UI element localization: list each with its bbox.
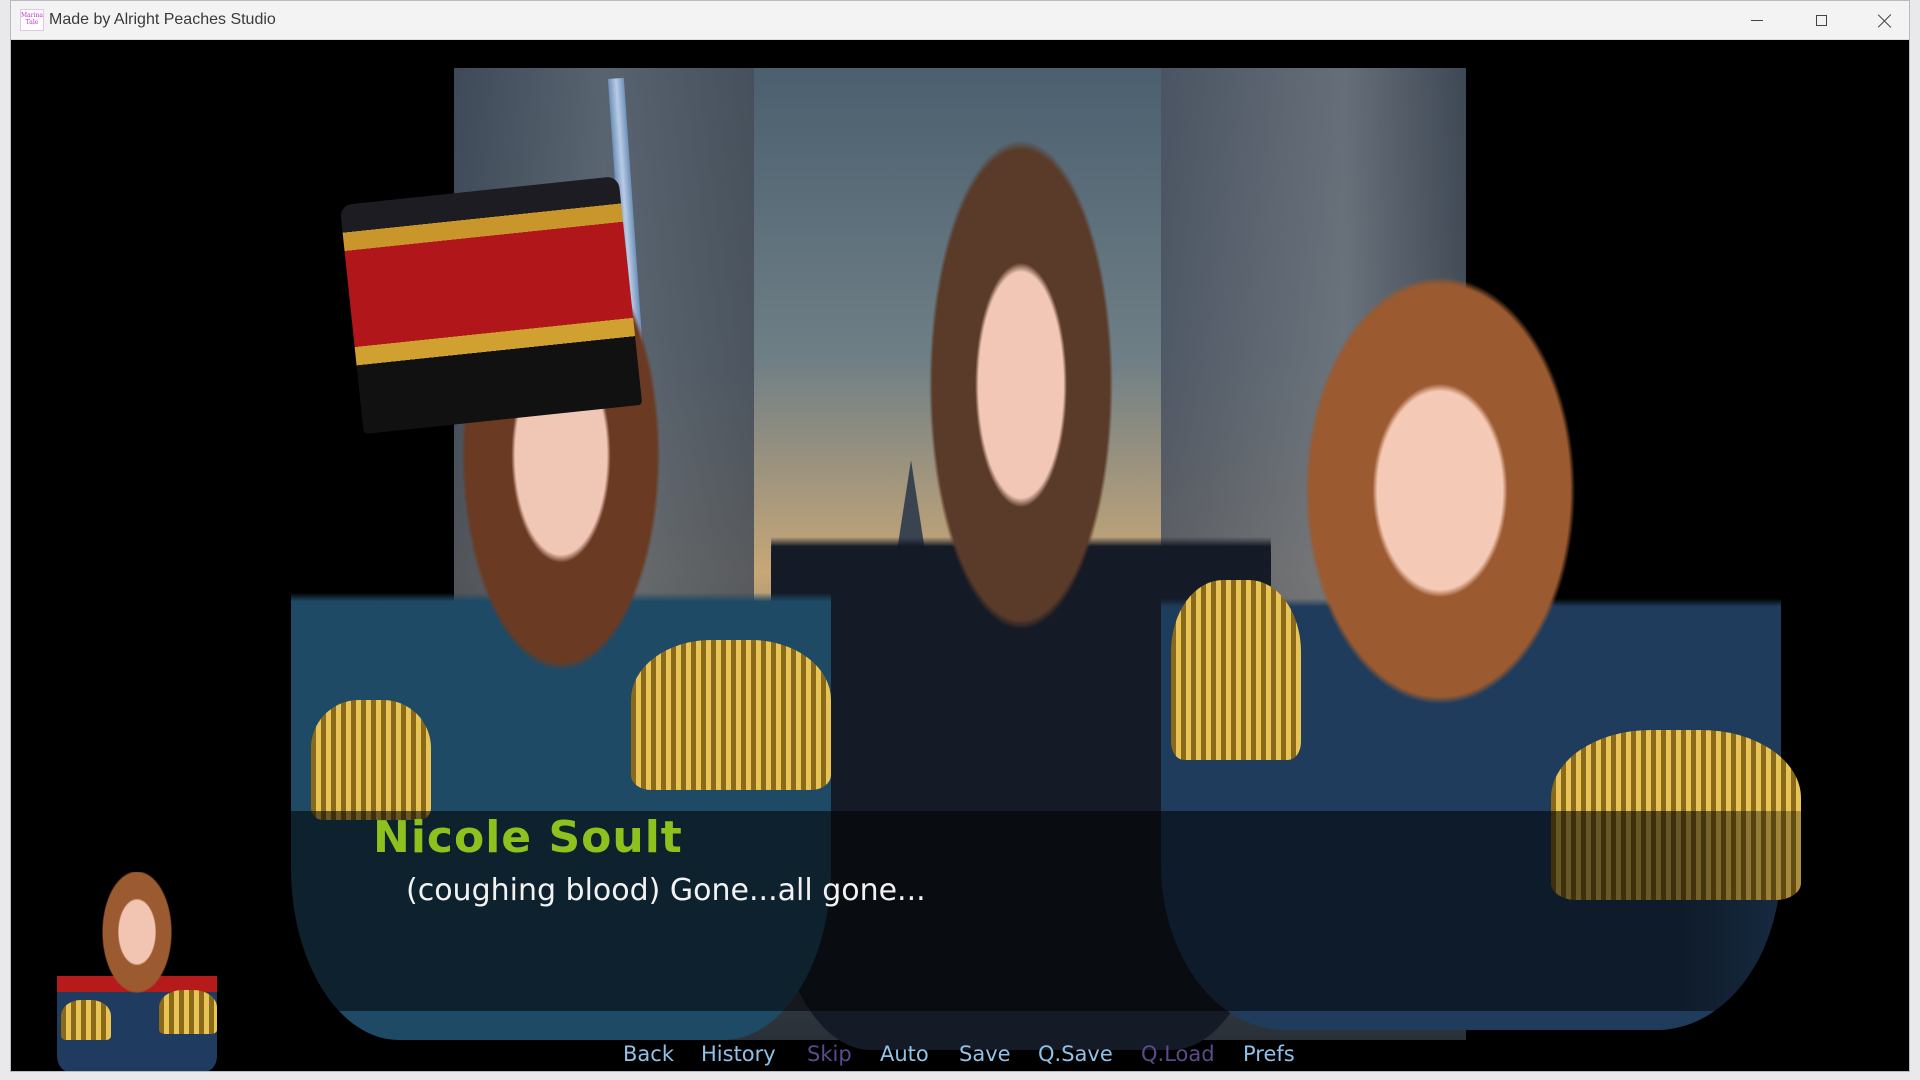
quick-load-button[interactable]: Q.Load <box>1141 1042 1215 1066</box>
quick-save-button[interactable]: Q.Save <box>1038 1042 1113 1066</box>
maximize-icon <box>1815 15 1827 26</box>
minimize-icon <box>1751 20 1763 21</box>
dialogue-text: (coughing blood) Gone...all gone... <box>406 873 926 908</box>
epaulette-right-char-left <box>1171 580 1301 760</box>
game-window: Marina Tale Made by Alright Peaches Stud… <box>10 0 1910 1072</box>
speaker-name: Nicole Soult <box>373 812 683 863</box>
close-button[interactable] <box>1855 1 1909 40</box>
quick-menu: Back History Skip Auto Save Q.Save Q.Loa… <box>11 1040 1909 1070</box>
game-screen[interactable]: Nicole Soult (coughing blood) Gone...all… <box>11 40 1909 1071</box>
auto-button[interactable]: Auto <box>880 1042 929 1066</box>
epaulette-left-char <box>631 640 831 790</box>
save-button[interactable]: Save <box>959 1042 1011 1066</box>
prefs-button[interactable]: Prefs <box>1243 1042 1295 1066</box>
shako-hat <box>339 175 643 435</box>
dialogue-box[interactable] <box>11 811 1909 1011</box>
app-icon: Marina Tale <box>20 9 44 31</box>
epaulette-left-char-far <box>311 700 431 820</box>
title-bar: Marina Tale Made by Alright Peaches Stud… <box>11 1 1909 40</box>
window-title: Made by Alright Peaches Studio <box>49 11 276 28</box>
back-button[interactable]: Back <box>623 1042 674 1066</box>
portrait-epaulette-right <box>159 990 217 1034</box>
minimize-button[interactable] <box>1727 1 1787 40</box>
maximize-button[interactable] <box>1791 1 1851 40</box>
skip-button[interactable]: Skip <box>807 1042 852 1066</box>
close-icon <box>1877 13 1893 29</box>
history-button[interactable]: History <box>701 1042 776 1066</box>
portrait-epaulette-left <box>61 1000 111 1040</box>
